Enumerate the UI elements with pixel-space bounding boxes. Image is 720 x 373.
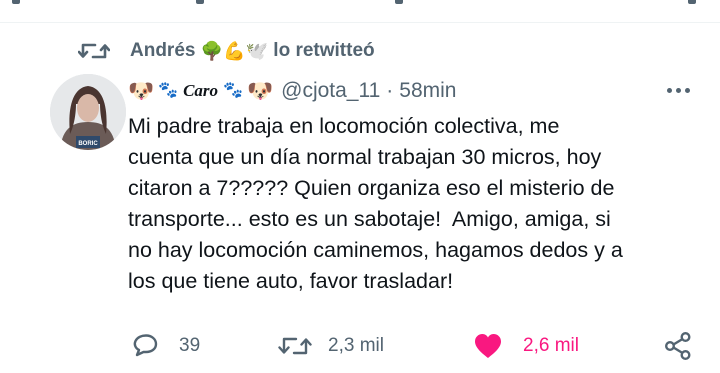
- paw-prints-emoji-2: 🐾: [223, 82, 243, 99]
- heart-icon: [475, 334, 501, 358]
- tree-emoji: 🌳: [200, 40, 224, 61]
- avatar-image: BORIC: [50, 74, 126, 150]
- divider: [0, 22, 720, 23]
- more-button[interactable]: [662, 80, 694, 100]
- share-button[interactable]: [664, 324, 692, 368]
- retweet-label[interactable]: Andrés 🌳💪🕊️ lo retwitteó: [130, 40, 375, 62]
- avatar[interactable]: BORIC: [50, 74, 126, 150]
- flexed-biceps-emoji: 💪: [223, 40, 246, 61]
- timestamp[interactable]: 58min: [399, 79, 456, 103]
- retweet-icon: [78, 39, 112, 63]
- dog-face-emoji: 🐶: [128, 79, 155, 103]
- retweet-button[interactable]: 2,3 mil: [278, 324, 384, 368]
- reply-icon: [133, 334, 158, 357]
- dot-separator: ·: [386, 79, 394, 102]
- action-bar: 39 2,3 mil 2,6 mil: [0, 324, 720, 368]
- like-button[interactable]: 2,6 mil: [473, 324, 579, 368]
- tweet-header: 🐶 🐾 Caro 🐾 🐶 @cjota_11 · 58min: [128, 76, 456, 106]
- like-count: 2,6 mil: [523, 335, 579, 356]
- more-icon: [666, 87, 672, 93]
- dove-emoji: 🕊️: [245, 40, 269, 61]
- user-handle[interactable]: @cjota_11: [281, 79, 380, 103]
- reply-button[interactable]: 39: [131, 324, 200, 368]
- display-name-text: Caro: [183, 81, 219, 100]
- paw-prints-emoji: 🐾: [158, 82, 179, 99]
- retweet-count: 2,3 mil: [328, 335, 384, 356]
- dog-face-emoji-2: 🐶: [246, 79, 274, 103]
- retweet-suffix: lo retwitteó: [273, 40, 375, 61]
- avatar-badge: BORIC: [78, 141, 98, 147]
- retweet-icon: [278, 337, 312, 355]
- top-partial-icons: [0, 0, 720, 10]
- reply-count: 39: [179, 335, 201, 356]
- tweet-text: Mi padre trabaja en locomoción colectiva…: [128, 114, 623, 293]
- retweeter-name[interactable]: Andrés: [130, 40, 195, 61]
- display-name[interactable]: 🐶 🐾 Caro 🐾 🐶: [128, 81, 273, 102]
- retweet-header: Andrés 🌳💪🕊️ lo retwitteó: [78, 38, 375, 64]
- share-icon: [665, 332, 691, 361]
